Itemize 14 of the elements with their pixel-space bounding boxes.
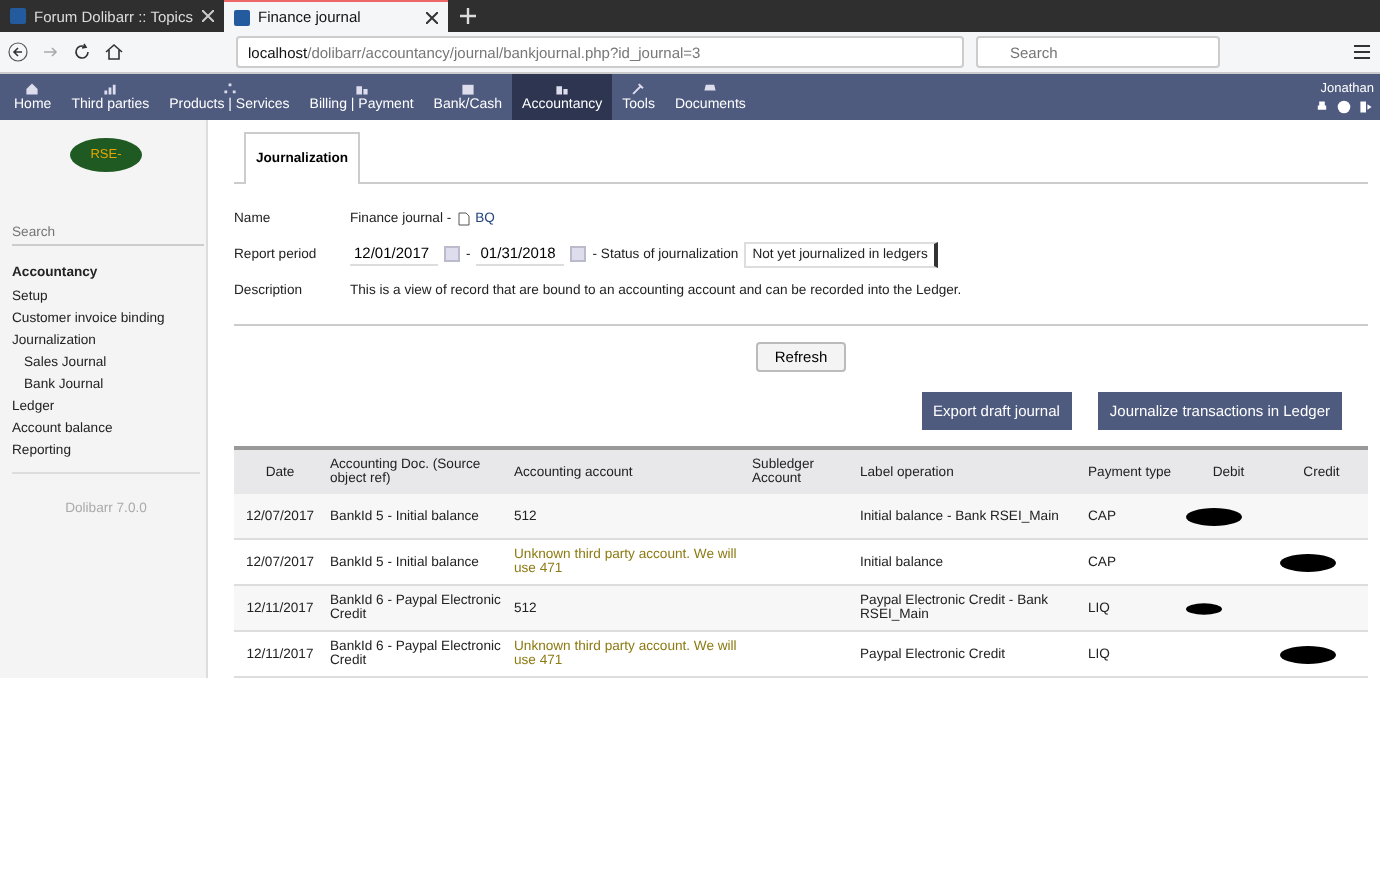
- home-icon[interactable]: [104, 42, 124, 62]
- back-icon[interactable]: [8, 42, 28, 62]
- folders-icon: [353, 82, 370, 96]
- chart-icon: [102, 82, 119, 96]
- new-tab-icon[interactable]: [460, 8, 476, 24]
- folders-icon: [554, 82, 571, 96]
- logout-icon[interactable]: [1358, 99, 1374, 113]
- menu-icon[interactable]: [1352, 42, 1372, 62]
- reload-icon[interactable]: [72, 42, 92, 62]
- document-icon: [457, 211, 470, 225]
- house-icon: [24, 82, 41, 96]
- close-icon[interactable]: [426, 11, 438, 23]
- print-icon[interactable]: [1314, 99, 1330, 113]
- tools-icon: [630, 82, 647, 96]
